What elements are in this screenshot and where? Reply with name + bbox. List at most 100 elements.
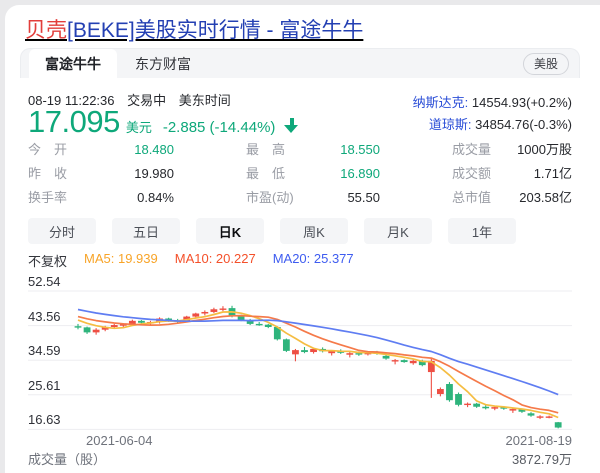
ma-overlay-row: 不复权 MA5: 19.939 MA10: 20.227 MA20: 25.377 (28, 251, 354, 270)
candle-body (84, 327, 91, 332)
index-row: 纳斯达克: 14554.93(+0.2%) (413, 92, 572, 114)
quote-card-body: 08-19 11:22:36 交易中 美东时间 17.095 美元 -2.885… (20, 78, 580, 473)
content-panel: 贝壳[BEKE]美股实时行情 - 富途牛牛 富途牛牛 东方财富 美股 08-19… (5, 5, 600, 473)
stat-cell: 市盈(动) 55.50 (246, 186, 380, 210)
candle-body (93, 330, 100, 333)
price-block: 17.095 美元 -2.885 (-14.44%) (28, 104, 299, 140)
tab-eastmoney[interactable]: 东方财富 (121, 49, 205, 79)
tab-futu-niuniu[interactable]: 富途牛牛 (29, 49, 117, 79)
stat-label: 换手率 (28, 186, 67, 210)
stat-cell: 换手率 0.84% (28, 186, 174, 210)
stat-label: 今 开 (28, 138, 67, 162)
stat-label: 最 高 (246, 138, 285, 162)
price-change: -2.885 (-14.44%) (163, 119, 276, 136)
volume-axis-label: 成交量（股） (28, 449, 106, 468)
market-indices: 纳斯达克: 14554.93(+0.2%)道琼斯: 34854.76(-0.3%… (413, 92, 572, 136)
x-axis-date-left: 2021-06-04 (86, 433, 153, 448)
candle-body (410, 361, 417, 363)
ma10-line (78, 316, 558, 413)
ma-labels: MA5: 19.939 MA10: 20.227 MA20: 25.377 (84, 251, 354, 270)
candle-body (401, 360, 408, 362)
candle-body (546, 416, 553, 417)
index-value: 34854.76(-0.3%) (472, 117, 572, 132)
volume-row: 成交量（股） 3872.79万 (28, 449, 572, 468)
period-tab-1[interactable]: 五日 (112, 218, 180, 244)
candle-body (437, 389, 444, 394)
stat-cell: 最 高 18.550 (246, 138, 380, 162)
period-tabs: 分时五日日K 周K 月K 1年 (28, 218, 572, 244)
index-name: 道琼斯: (429, 117, 472, 132)
candle-body (238, 316, 245, 320)
candle-body (256, 324, 263, 325)
current-price: 17.095 (28, 104, 120, 140)
page-title-text: [BEKE]美股实时行情 - 富途牛牛 (67, 19, 363, 42)
period-tab-4[interactable]: 月K (364, 218, 432, 244)
index-value: 14554.93(+0.2%) (468, 95, 572, 110)
y-axis-label: 34.59 (28, 343, 61, 358)
stat-value: 18.550 (340, 138, 380, 162)
candle-body (192, 314, 199, 317)
stat-value: 55.50 (347, 186, 380, 210)
period-tab-3[interactable]: 周K (280, 218, 348, 244)
index-name: 纳斯达克: (413, 95, 469, 110)
adjust-mode-label[interactable]: 不复权 (28, 251, 67, 270)
volume-latest-value: 3872.79万 (512, 449, 572, 468)
y-axis-label: 16.63 (28, 412, 61, 427)
stat-value: 1000万股 (517, 138, 572, 162)
candle-body (491, 407, 498, 409)
stat-cell: 今 开 18.480 (28, 138, 174, 162)
stat-value: 19.980 (134, 162, 174, 186)
candle-body (220, 308, 227, 309)
candle-body (211, 309, 218, 312)
candle-body (528, 413, 535, 415)
candle-body (482, 407, 489, 409)
stat-cell: 最 低16.890 (246, 162, 380, 186)
stat-label: 成交额 (452, 162, 491, 186)
candle-body (265, 325, 272, 327)
ma20-label: MA20: 25.377 (273, 251, 354, 270)
stock-name-highlight: 贝壳 (25, 19, 67, 42)
kline-chart[interactable]: 52.5443.5634.5925.6116.63 2021-06-04 202… (28, 271, 572, 439)
page-title-link[interactable]: 贝壳[BEKE]美股实时行情 - 富途牛牛 (25, 14, 363, 44)
ma5-line (78, 312, 558, 418)
stat-label: 昨 收 (28, 162, 67, 186)
ma10-label: MA10: 20.227 (175, 251, 256, 270)
candle-body (138, 321, 145, 323)
source-tabs-bar: 富途牛牛 东方财富 美股 (20, 48, 580, 78)
candle-body (555, 422, 562, 427)
candle-body (473, 404, 480, 407)
y-axis-label: 52.54 (28, 274, 61, 289)
stat-cell: 成交额 1.71亿 (452, 162, 572, 186)
period-tab-5[interactable]: 1年 (448, 218, 516, 244)
candle-body (201, 312, 208, 314)
currency-label: 美元 (126, 117, 152, 136)
stat-value: 1.71亿 (534, 162, 572, 186)
stat-label: 最 低 (246, 162, 285, 186)
candle-body (464, 404, 471, 405)
stat-cell: 昨 收 19.980 (28, 162, 174, 186)
period-tab-2[interactable]: 日K (196, 218, 264, 244)
candle-body (509, 409, 516, 411)
stat-value: 0.84% (137, 186, 174, 210)
candle-body (283, 339, 290, 351)
kline-canvas[interactable] (28, 271, 572, 439)
candle-body (75, 326, 82, 327)
candle-body (392, 360, 399, 361)
candle-body (446, 384, 453, 400)
stat-label: 成交量 (452, 138, 491, 162)
ma5-label: MA5: 19.939 (84, 251, 158, 270)
stat-label: 总市值 (452, 186, 491, 210)
y-axis-label: 43.56 (28, 309, 61, 324)
period-tab-0[interactable]: 分时 (28, 218, 96, 244)
browser-page: 贝壳[BEKE]美股实时行情 - 富途牛牛 富途牛牛 东方财富 美股 08-19… (0, 0, 600, 473)
candle-body (292, 350, 299, 354)
stock-quote-card: 富途牛牛 东方财富 美股 08-19 11:22:36 交易中 美东时间 17.… (20, 48, 580, 473)
candle-body (537, 416, 544, 417)
down-arrow-icon (284, 118, 299, 133)
index-row: 道琼斯: 34854.76(-0.3%) (413, 114, 572, 136)
stat-label: 市盈(动) (246, 186, 294, 210)
stat-cell: 成交量 1000万股 (452, 138, 572, 162)
x-axis-date-right: 2021-08-19 (506, 433, 573, 448)
quote-stats-grid: 今 开18.480最 高18.550成交量1000万股昨 收19.980最 低1… (28, 138, 572, 210)
stat-value: 18.480 (134, 138, 174, 162)
